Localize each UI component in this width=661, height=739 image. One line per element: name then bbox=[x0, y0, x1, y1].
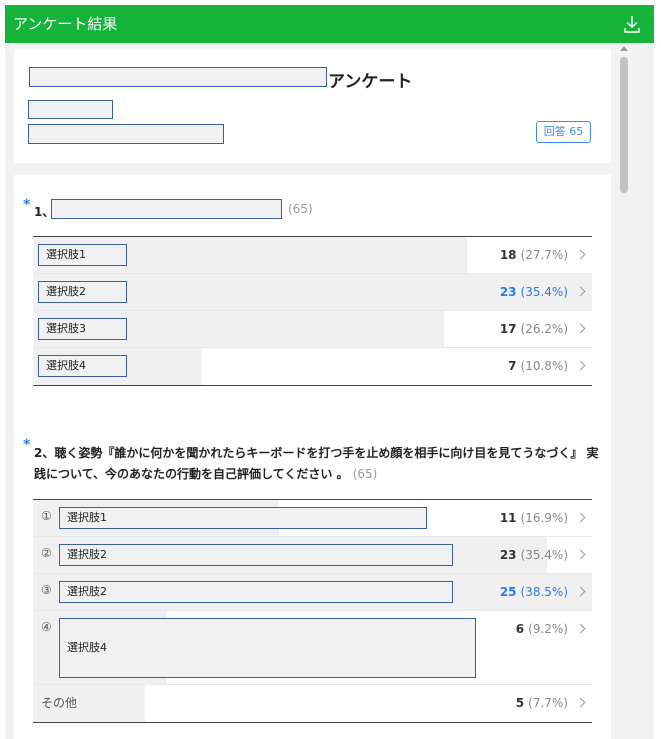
result-row[interactable]: ② 選択肢2 23 (35.4%) bbox=[33, 537, 592, 574]
result-stat: 18 (27.7%) bbox=[499, 237, 568, 273]
result-count: 25 bbox=[499, 585, 517, 599]
chevron-right-icon[interactable] bbox=[575, 623, 586, 634]
vertical-scrollbar[interactable] bbox=[617, 43, 631, 739]
result-row[interactable]: ③ 選択肢2 25 (38.5%) bbox=[33, 574, 592, 611]
result-percent: (35.4%) bbox=[520, 548, 568, 562]
result-percent: (16.9%) bbox=[520, 511, 568, 525]
survey-title-suffix: アンケート bbox=[328, 72, 413, 92]
option-label: 選択肢2 bbox=[59, 581, 453, 603]
result-count: 23 bbox=[499, 285, 517, 299]
result-row[interactable]: 選択肢3 17 (26.2%) bbox=[33, 311, 592, 348]
result-count: 18 bbox=[499, 248, 517, 262]
required-mark: * bbox=[23, 437, 31, 453]
answer-count-badge[interactable]: 回答 65 bbox=[536, 121, 591, 143]
result-percent: (26.2%) bbox=[520, 322, 568, 336]
option-number: ③ bbox=[41, 583, 52, 597]
survey-name-field bbox=[29, 67, 327, 87]
result-percent: (7.7%) bbox=[528, 696, 568, 710]
result-percent: (27.7%) bbox=[520, 248, 568, 262]
option-label: 選択肢2 bbox=[59, 544, 453, 566]
result-stat: 7 (10.8%) bbox=[508, 348, 568, 385]
option-label: 選択肢3 bbox=[38, 318, 127, 340]
option-label: 選択肢1 bbox=[38, 244, 127, 266]
result-count: 7 bbox=[508, 359, 517, 373]
survey-header-card: アンケート 回答 65 bbox=[14, 49, 611, 163]
questions-card: * 1、 (65) 選択肢1 18 (27.7%) 選択肢2 23 (35.4%) bbox=[14, 175, 611, 739]
chevron-right-icon[interactable] bbox=[575, 697, 586, 708]
survey-meta-field-1 bbox=[28, 100, 113, 119]
scrollbar-thumb[interactable] bbox=[620, 57, 628, 193]
result-stat: 23 (35.4%) bbox=[499, 274, 568, 310]
question-2-title: 2、聴く姿勢『誰かに何かを聞かれたらキーボードを打つ手を止め顔を相手に向け目を見… bbox=[34, 443, 599, 485]
result-stat: 11 (16.9%) bbox=[499, 500, 568, 536]
result-row[interactable]: ① 選択肢1 11 (16.9%) bbox=[33, 500, 592, 537]
survey-meta-field-2 bbox=[28, 124, 224, 144]
chevron-right-icon[interactable] bbox=[575, 249, 586, 260]
option-label: 選択肢4 bbox=[59, 618, 476, 678]
result-row[interactable]: ④ 選択肢4 6 (9.2%) bbox=[33, 611, 592, 685]
results-content: アンケート 回答 65 * 1、 (65) 選択肢1 18 (27.7%) 選択肢… bbox=[5, 43, 654, 739]
question-1-text-field bbox=[51, 199, 282, 219]
question-2-results: ① 選択肢1 11 (16.9%) ② 選択肢2 23 (35.4%) ③ 選択肢2 bbox=[33, 499, 592, 723]
option-label: 選択肢4 bbox=[38, 355, 127, 377]
window-title: アンケート結果 bbox=[13, 15, 118, 33]
chevron-right-icon[interactable] bbox=[575, 360, 586, 371]
option-other-label: その他 bbox=[41, 696, 78, 710]
chevron-right-icon[interactable] bbox=[575, 323, 586, 334]
question-1-results: 選択肢1 18 (27.7%) 選択肢2 23 (35.4%) 選択肢3 17 (26… bbox=[33, 236, 592, 386]
result-stat: 25 (38.5%) bbox=[499, 574, 568, 610]
option-number: ④ bbox=[41, 620, 52, 634]
result-row[interactable]: 選択肢4 7 (10.8%) bbox=[33, 348, 592, 385]
required-mark: * bbox=[23, 197, 31, 213]
result-count: 5 bbox=[515, 696, 525, 710]
download-icon[interactable] bbox=[620, 12, 644, 36]
chevron-right-icon[interactable] bbox=[575, 549, 586, 560]
result-stat: 23 (35.4%) bbox=[499, 537, 568, 573]
result-percent: (9.2%) bbox=[528, 622, 568, 636]
result-count: 11 bbox=[499, 511, 517, 525]
result-count: 17 bbox=[499, 322, 517, 336]
result-stat: 5 (7.7%) bbox=[516, 685, 568, 722]
option-number: ① bbox=[41, 509, 52, 523]
chevron-right-icon[interactable] bbox=[575, 512, 586, 523]
scroll-up-arrow-icon[interactable] bbox=[620, 46, 628, 51]
title-bar: アンケート結果 bbox=[5, 5, 654, 43]
question-2-count: (65) bbox=[352, 467, 378, 481]
result-count: 6 bbox=[515, 622, 525, 636]
result-percent: (38.5%) bbox=[520, 585, 568, 599]
result-count: 23 bbox=[499, 548, 517, 562]
result-stat: 6 (9.2%) bbox=[516, 617, 568, 641]
option-label: 選択肢1 bbox=[59, 507, 427, 529]
question-2-label: 2、聴く姿勢『誰かに何かを聞かれたらキーボードを打つ手を止め顔を相手に向け目を見… bbox=[34, 446, 599, 481]
result-row[interactable]: 選択肢1 18 (27.7%) bbox=[33, 237, 592, 274]
result-percent: (10.8%) bbox=[520, 359, 568, 373]
result-stat: 17 (26.2%) bbox=[499, 311, 568, 347]
option-number: ② bbox=[41, 546, 52, 560]
result-row[interactable]: その他 5 (7.7%) bbox=[33, 685, 592, 722]
option-label: 選択肢2 bbox=[38, 281, 127, 303]
result-row[interactable]: 選択肢2 23 (35.4%) bbox=[33, 274, 592, 311]
result-percent: (35.4%) bbox=[520, 285, 568, 299]
question-1-count: (65) bbox=[288, 202, 313, 216]
